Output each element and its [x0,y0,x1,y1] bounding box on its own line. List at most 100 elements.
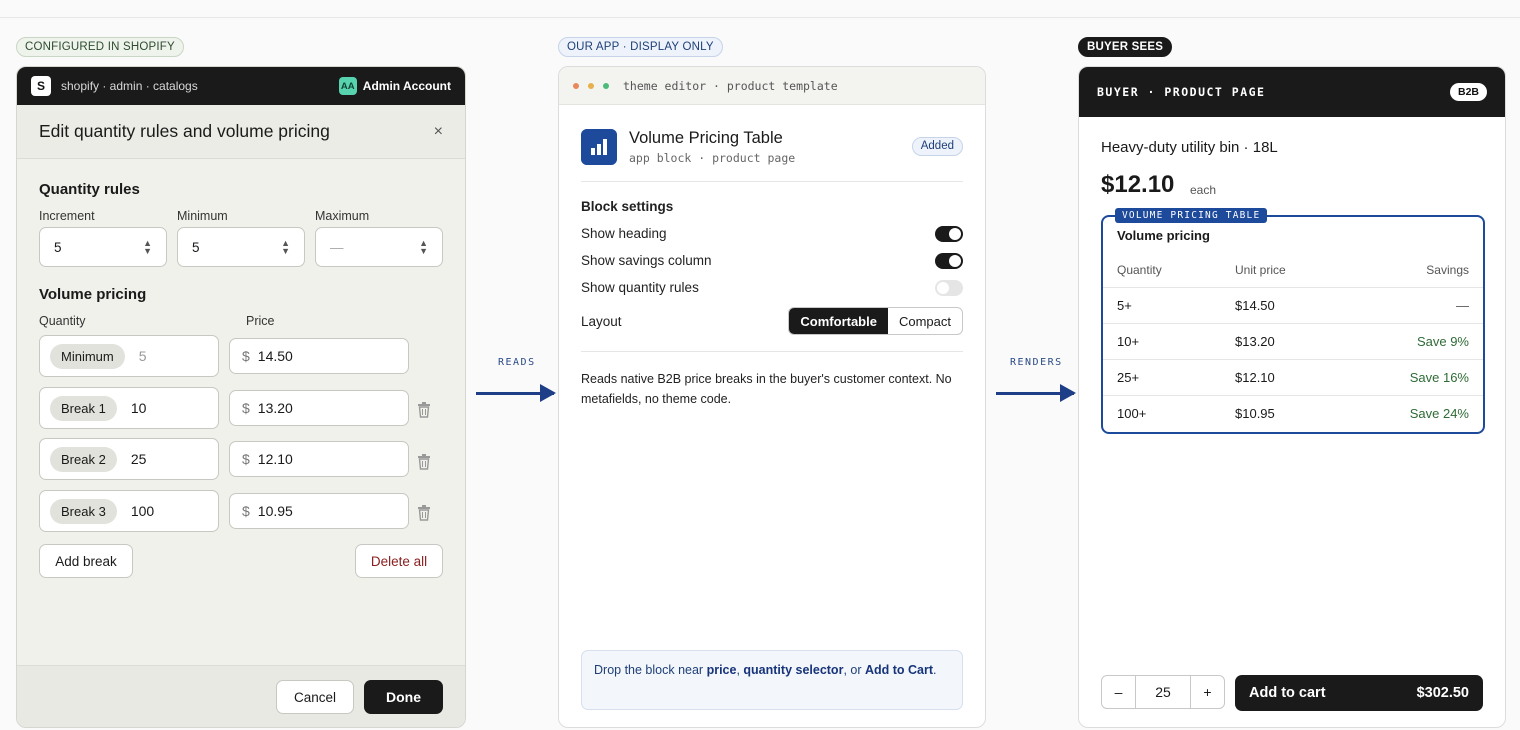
show-savings-label: Show savings column [581,253,712,268]
layout-compact-option[interactable]: Compact [888,308,962,334]
layout-comfortable-option[interactable]: Comfortable [789,308,888,334]
break-tag: Break 1 [50,395,117,421]
row-price: $14.50 [1235,298,1275,313]
block-description: Reads native B2B price breaks in the buy… [581,372,952,406]
product-title: Heavy-duty utility bin · 18L [1101,139,1278,156]
show-heading-toggle[interactable] [935,226,963,242]
delete-all-button[interactable]: Delete all [355,544,443,578]
volume-pricing-table: VOLUME PRICING TABLE Volume pricing Quan… [1101,208,1485,434]
add-to-cart-button[interactable]: Add to cart $302.50 [1235,675,1483,711]
minimum-select[interactable]: 5 ▲ ▼ [177,227,305,267]
volume-pricing-title: Volume pricing [39,286,147,303]
quantity-rules-title: Quantity rules [39,181,140,198]
break-tag: Minimum [50,343,125,369]
account-avatar: AA [338,77,357,95]
reads-label: READS [498,357,536,368]
maximum-value: — [330,239,344,255]
price-input-break-2[interactable]: $ 12.10 [229,441,409,477]
quantity-input[interactable]: 25 [1136,676,1190,708]
row-price: $10.95 [1235,406,1275,421]
price-value: 10.95 [257,503,293,519]
break-tag: Break 2 [50,446,117,472]
currency-symbol: $ [242,503,250,519]
close-icon[interactable]: × [434,123,443,141]
add-break-button[interactable]: Add break [39,544,133,578]
price-input-minimum[interactable]: $ 14.50 [229,338,409,374]
quantity-value: 10 [130,400,147,416]
row-savings: Save 24% [1409,406,1469,421]
theme-editor-bar: theme editor · product template [559,67,985,105]
tip-price: price [706,663,737,677]
minimum-label: Minimum [177,209,228,223]
modal-footer: Cancel Done [17,665,465,727]
increment-select[interactable]: 5 ▲ ▼ [39,227,167,267]
currency-symbol: $ [242,451,250,467]
maximum-select[interactable]: — ▲ ▼ [315,227,443,267]
row-price: $13.20 [1235,334,1275,349]
row-quantity: 25+ [1117,370,1140,385]
buyer-bar-title: BUYER · PRODUCT PAGE [1097,85,1266,99]
show-heading-label: Show heading [581,226,667,241]
col-unit-price: Unit price [1235,263,1286,277]
break-tag: Break 3 [50,498,117,524]
table-row: 100+ $10.95 Save 24% [1103,395,1483,431]
row-savings: — [1456,298,1469,313]
layout-segmented-control: Comfortable Compact [788,307,963,335]
added-badge: Added [911,137,963,156]
quantity-input-break-2[interactable]: Break 2 25 [39,438,219,480]
increment-value: 5 [54,239,62,255]
bar-chart-icon [581,129,617,165]
quantity-value: 5 [138,348,147,364]
quantity-input-break-1[interactable]: Break 1 10 [39,387,219,429]
quantity-value: 100 [130,503,155,519]
quantity-input-break-3[interactable]: Break 3 100 [39,490,219,532]
stepper-arrows-icon: ▲ ▼ [419,238,428,256]
volume-pricing-table-tag: VOLUME PRICING TABLE [1115,208,1268,223]
tip-text: Drop the block near [594,663,707,677]
currency-symbol: $ [242,348,250,364]
modal-title: Edit quantity rules and volume pricing [39,121,330,141]
increment-button[interactable]: + [1190,676,1224,708]
quantity-col-label: Quantity [39,314,86,328]
table-row: 10+ $13.20 Save 9% [1103,323,1483,359]
tip-quantity-selector: quantity selector [743,663,844,677]
cart-total: $302.50 [1416,685,1469,701]
cancel-button[interactable]: Cancel [276,680,354,714]
show-rules-label: Show quantity rules [581,280,699,295]
app-pill: OUR APP · DISPLAY ONLY [558,37,723,57]
price-input-break-3[interactable]: $ 10.95 [229,493,409,529]
row-price: $12.10 [1235,370,1275,385]
price-input-break-1[interactable]: $ 13.20 [229,390,409,426]
window-dot-icon [588,82,594,89]
theme-editor-title: theme editor · product template [623,78,838,93]
configured-pill: CONFIGURED IN SHOPIFY [16,37,184,57]
currency-symbol: $ [242,400,250,416]
tip-text: , or [843,663,865,677]
row-quantity: 10+ [1117,334,1140,349]
minimum-value: 5 [192,239,200,255]
trash-icon[interactable] [417,505,431,521]
reads-arrow-icon [476,384,556,402]
done-button[interactable]: Done [364,680,443,714]
buyer-product-panel: BUYER · PRODUCT PAGE B2B Heavy-duty util… [1078,66,1506,728]
quantity-input-minimum[interactable]: Minimum 5 [39,335,219,377]
decrement-button[interactable]: – [1102,676,1136,708]
show-savings-toggle[interactable] [935,253,963,269]
tip-add-to-cart: Add to Cart [864,663,934,677]
table-row: 25+ $12.10 Save 16% [1103,359,1483,395]
price-value: 14.50 [257,348,293,364]
divider [581,181,963,182]
trash-icon[interactable] [417,402,431,418]
buyer-top-bar: BUYER · PRODUCT PAGE B2B [1079,67,1505,117]
add-to-cart-label: Add to cart [1249,685,1326,701]
price-unit: each [1190,183,1217,197]
quantity-stepper: – 25 + [1101,675,1225,709]
account-name: Admin Account [362,79,451,93]
maximum-label: Maximum [315,209,370,223]
admin-account[interactable]: AA Admin Account [338,77,451,95]
b2b-badge: B2B [1449,83,1487,101]
show-rules-toggle[interactable] [935,280,963,296]
top-divider [0,17,1520,18]
trash-icon[interactable] [417,454,431,470]
admin-top-bar: S shopify · admin · catalogs AA Admin Ac… [17,67,465,105]
